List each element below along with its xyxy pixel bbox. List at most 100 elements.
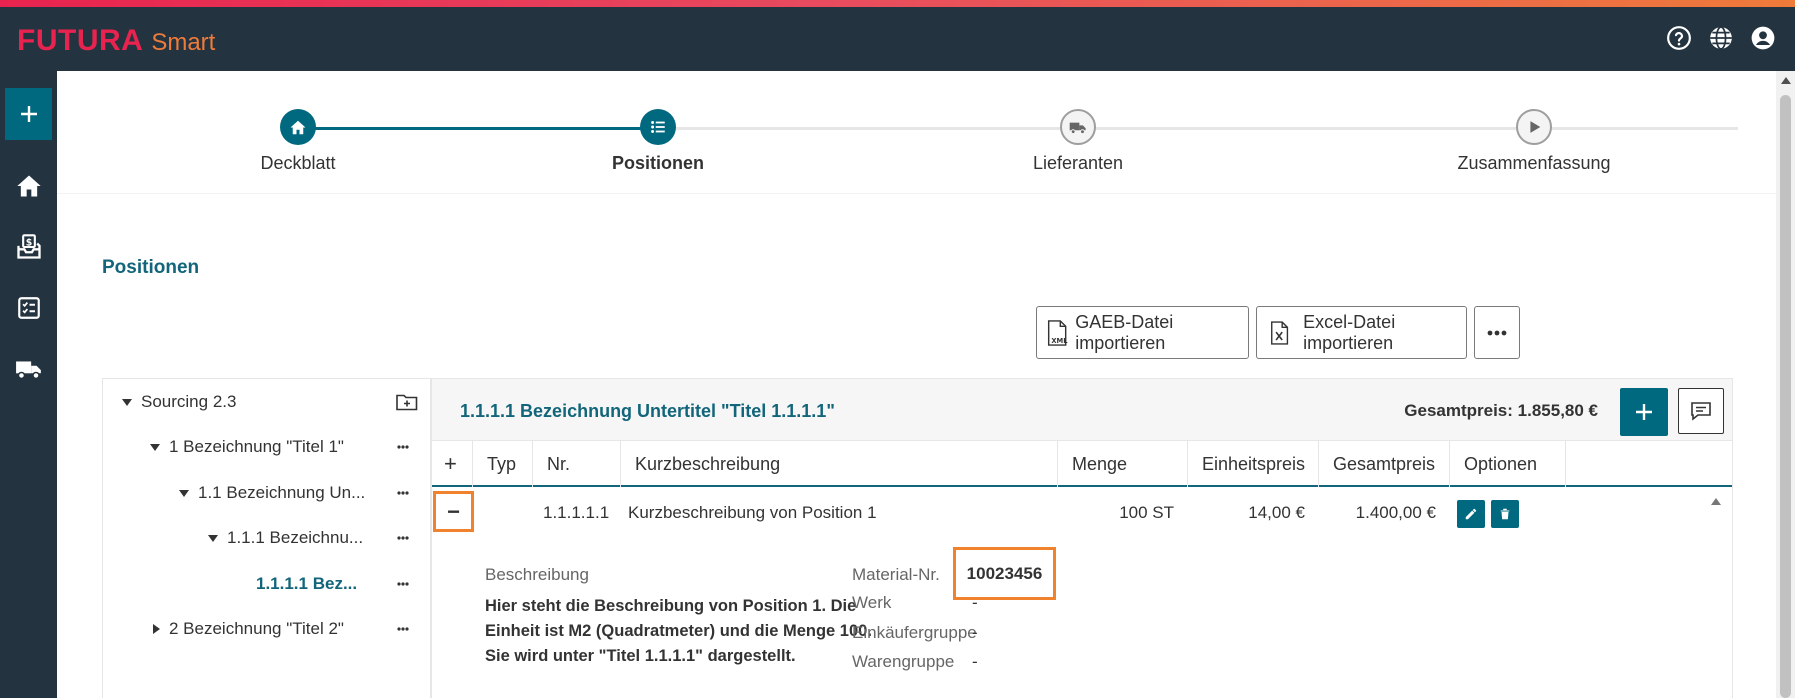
step-deckblatt[interactable]: Deckblatt <box>198 109 398 174</box>
edit-button[interactable] <box>1457 500 1485 528</box>
svg-text:$: $ <box>25 237 32 248</box>
excel-import-label: Excel-Datei importieren <box>1303 311 1396 353</box>
excel-import-button[interactable]: Excel-Datei importieren <box>1256 306 1467 359</box>
total-price: Gesamtpreis: 1.855,80 € <box>1404 401 1598 420</box>
more-actions-button[interactable] <box>1474 306 1520 359</box>
nav-checklist[interactable] <box>0 288 57 328</box>
side-navigation: $ <box>0 71 57 698</box>
description-label: Beschreibung <box>485 565 589 584</box>
cell-gesamtpreis: 1.400,00 € <box>1355 502 1436 522</box>
tree-node-label: 1.1 Bezeichnung Un... <box>198 483 366 502</box>
gaeb-import-label: GAEB-Datei importieren <box>1075 311 1174 353</box>
scroll-up-arrow[interactable] <box>1781 77 1791 84</box>
account-icon[interactable] <box>1749 24 1777 52</box>
column-header-nr[interactable]: Nr. <box>533 441 621 487</box>
tree-item-selected[interactable]: 1.1.1.1 Bez... <box>103 569 430 599</box>
scroll-up-icon[interactable] <box>1711 498 1721 505</box>
cell-menge: 100 ST <box>1119 502 1174 522</box>
nav-suppliers[interactable] <box>0 349 57 389</box>
column-header-kurzbeschreibung[interactable]: Kurzbeschreibung <box>621 441 1058 487</box>
step-label: Lieferanten <box>1032 153 1124 173</box>
column-header-gesamtpreis[interactable]: Gesamtpreis <box>1319 441 1450 487</box>
tree-node-label: 2 Bezeichnung "Titel 2" <box>169 619 344 638</box>
step-lieferanten[interactable]: Lieferanten <box>978 109 1178 174</box>
brand-name: FUTURA <box>17 24 144 57</box>
page-title: Positionen <box>102 257 200 278</box>
caret-down-icon[interactable] <box>179 489 189 497</box>
more-horizontal-icon <box>1487 330 1507 335</box>
comment-icon <box>1691 402 1711 421</box>
gaeb-import-button[interactable]: XML GAEB-Datei importieren <box>1036 306 1249 359</box>
delete-button[interactable] <box>1491 500 1519 528</box>
checklist-icon <box>17 297 40 319</box>
column-header-menge[interactable]: Menge <box>1058 441 1188 487</box>
scrollbar-thumb[interactable] <box>1780 95 1791 698</box>
material-label: Material-Nr. <box>852 565 940 584</box>
home-icon <box>290 120 306 134</box>
plus-icon <box>20 106 37 122</box>
werk-value: - <box>972 593 978 612</box>
caret-down-icon[interactable] <box>150 443 160 451</box>
wizard-stepper: Deckblatt Positionen Lieferanten Zusamme… <box>57 71 1776 194</box>
more-horizontal-icon[interactable] <box>392 573 414 595</box>
collapse-row-button[interactable]: − <box>433 491 474 532</box>
more-horizontal-icon[interactable] <box>392 527 414 549</box>
more-horizontal-icon[interactable] <box>392 482 414 504</box>
add-folder-icon[interactable] <box>396 391 418 413</box>
more-horizontal-icon[interactable] <box>392 618 414 640</box>
minus-icon: − <box>447 498 460 524</box>
panel-header: 1.1.1.1 Bezeichnung Untertitel "Titel 1.… <box>432 379 1732 441</box>
positions-panel: 1.1.1.1 Bezeichnung Untertitel "Titel 1.… <box>431 378 1733 698</box>
material-number-value: 10023456 <box>953 547 1056 600</box>
werk-label: Werk <box>852 593 892 612</box>
warengruppe-label: Warengruppe <box>852 652 955 671</box>
brand-logo[interactable]: FUTURA Smart <box>17 24 215 58</box>
list-icon <box>651 121 665 133</box>
add-position-button[interactable] <box>1620 388 1668 436</box>
tree-node-label: 1.1.1.1 Bez... <box>256 574 358 593</box>
create-new-button[interactable] <box>5 88 52 140</box>
globe-icon[interactable] <box>1707 24 1735 52</box>
warengruppe-value: - <box>972 652 978 671</box>
comment-button[interactable] <box>1678 388 1724 434</box>
truck-icon <box>1069 122 1086 134</box>
pencil-icon <box>1465 508 1477 520</box>
tree-item[interactable]: 1.1.1 Bezeichnu... <box>103 523 430 553</box>
truck-icon <box>15 361 41 380</box>
more-horizontal-icon[interactable] <box>392 436 414 458</box>
step-zusammenfassung[interactable]: Zusammenfassung <box>1434 109 1634 174</box>
excel-file-icon <box>1271 320 1289 345</box>
home-icon <box>16 175 41 197</box>
tree-item[interactable]: 1 Bezeichnung "Titel 1" <box>103 432 430 462</box>
plus-icon <box>1636 404 1652 420</box>
step-positionen[interactable]: Positionen <box>558 109 758 174</box>
page-scrollbar[interactable] <box>1776 71 1795 698</box>
step-circle <box>1516 109 1552 145</box>
app-header: FUTURA Smart <box>0 0 1795 71</box>
inbox-dollar-icon: $ <box>16 234 41 259</box>
step-label: Zusammenfassung <box>1457 153 1611 173</box>
step-label: Positionen <box>611 153 704 173</box>
position-tree: Sourcing 2.3 1 Bezeichnung "Titel 1" 1.1… <box>102 378 431 698</box>
caret-right-icon[interactable] <box>153 624 160 634</box>
tree-node-label: 1.1.1 Bezeichnu... <box>227 528 364 547</box>
tree-node-label: 1 Bezeichnung "Titel 1" <box>169 437 344 456</box>
caret-down-icon[interactable] <box>122 398 132 406</box>
description-text: Hier steht die Beschreibung von Position… <box>485 597 872 665</box>
help-icon[interactable] <box>1665 24 1693 52</box>
cell-einheitspreis: 14,00 € <box>1248 502 1305 522</box>
nav-inbox-pricing[interactable]: $ <box>0 227 57 267</box>
main-content: Deckblatt Positionen Lieferanten Zusamme… <box>57 71 1776 698</box>
caret-down-icon[interactable] <box>208 534 218 542</box>
nav-home[interactable] <box>0 166 57 206</box>
step-circle <box>280 109 316 145</box>
svg-text:XML: XML <box>1051 336 1068 344</box>
add-row-button[interactable]: + <box>432 441 473 487</box>
tree-item[interactable]: 1.1 Bezeichnung Un... <box>103 478 430 508</box>
column-header-einheitspreis[interactable]: Einheitspreis <box>1188 441 1319 487</box>
column-header-typ[interactable]: Typ <box>473 441 533 487</box>
table-row[interactable]: − 1.1.1.1.1 Kurzbeschreibung von Positio… <box>432 489 1732 536</box>
tree-root[interactable]: Sourcing 2.3 <box>103 387 430 417</box>
xml-file-icon: XML <box>1047 319 1068 346</box>
tree-item[interactable]: 2 Bezeichnung "Titel 2" <box>103 614 430 644</box>
